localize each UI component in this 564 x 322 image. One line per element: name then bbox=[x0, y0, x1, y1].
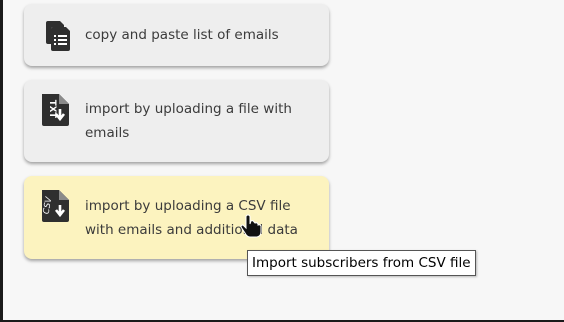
tooltip: Import subscribers from CSV file bbox=[247, 250, 476, 276]
txt-file-upload-icon: TXT bbox=[42, 94, 69, 126]
panel-left-border bbox=[0, 0, 3, 322]
option-copy-paste-emails[interactable]: copy and paste list of emails bbox=[24, 4, 329, 66]
option-upload-csv[interactable]: CSV import by uploading a CSV file with … bbox=[24, 176, 329, 259]
option-upload-file[interactable]: TXT import by uploading a file with emai… bbox=[24, 80, 329, 162]
svg-text:TXT: TXT bbox=[47, 100, 57, 118]
hand-pointer-cursor-icon bbox=[240, 214, 262, 238]
option-label: copy and paste list of emails bbox=[85, 27, 279, 43]
paste-list-icon bbox=[46, 21, 70, 51]
option-label: import by uploading a file with emails bbox=[85, 101, 292, 141]
option-label: import by uploading a CSV file with emai… bbox=[85, 197, 298, 238]
csv-file-upload-icon: CSV bbox=[42, 190, 69, 222]
